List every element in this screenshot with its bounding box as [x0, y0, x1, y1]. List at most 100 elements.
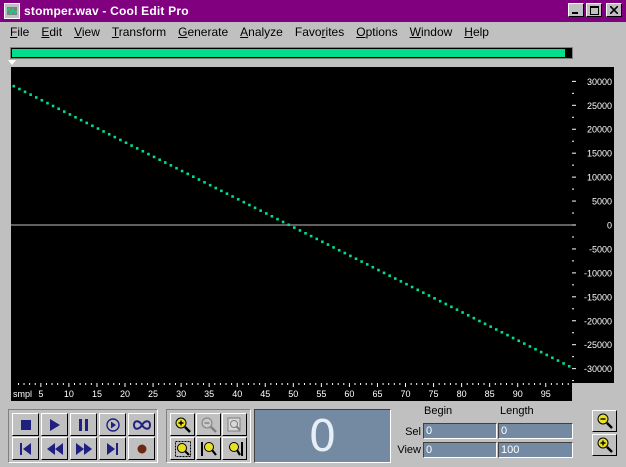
- menu-bar: File Edit View Transform Generate Analyze Favo…: [0, 22, 626, 41]
- sample-point: [304, 231, 307, 235]
- play-icon: [49, 418, 60, 431]
- zoom-left-button[interactable]: [196, 437, 221, 460]
- sample-point: [534, 347, 537, 351]
- vertical-zoom-in-button[interactable]: [592, 434, 617, 456]
- sample-point: [208, 183, 212, 187]
- play-to-end-button[interactable]: [99, 413, 126, 436]
- play-button[interactable]: [41, 413, 68, 436]
- menu-text: ptions: [365, 24, 398, 39]
- menu-item-file[interactable]: File: [4, 25, 35, 39]
- waveform-display[interactable]: [11, 67, 572, 383]
- sample-point: [545, 353, 549, 357]
- go-to-start-button[interactable]: [12, 437, 39, 460]
- stop-button[interactable]: [12, 413, 39, 436]
- zoom-selection-button[interactable]: [170, 437, 195, 460]
- zoom-right-button[interactable]: [222, 437, 247, 460]
- menu-text: ile: [17, 24, 30, 39]
- sample-point: [91, 124, 94, 128]
- menu-item-favorites[interactable]: Favorites: [289, 25, 350, 39]
- sample-point: [433, 297, 436, 300]
- menu-text: enerate: [187, 24, 229, 39]
- view-begin-field[interactable]: 0: [423, 442, 497, 458]
- sample-point: [169, 164, 173, 167]
- overview-range[interactable]: [12, 49, 566, 57]
- menu-item-help[interactable]: Help: [458, 25, 495, 39]
- sample-point: [236, 198, 240, 201]
- sample-point: [354, 257, 358, 261]
- minimize-icon[interactable]: [568, 3, 584, 17]
- sample-point: [214, 186, 218, 190]
- zoom-out-button[interactable]: [196, 413, 221, 436]
- view-length-field[interactable]: 100: [498, 442, 573, 458]
- sample-point: [163, 161, 167, 164]
- overview-bar[interactable]: [10, 47, 573, 59]
- menu-item-view[interactable]: View: [68, 25, 106, 39]
- loop-button[interactable]: [128, 413, 155, 436]
- pause-button[interactable]: [70, 413, 97, 436]
- y-tick-label: -30000: [584, 364, 612, 374]
- length-header: Length: [500, 405, 534, 417]
- sample-point: [192, 175, 195, 178]
- menu-text: elp: [472, 24, 489, 39]
- sample-point: [259, 209, 262, 212]
- sample-point: [96, 127, 100, 130]
- sample-point: [85, 121, 89, 125]
- x-tick-label: 10: [64, 389, 74, 399]
- zoom-out-icon: [201, 417, 217, 433]
- x-tick-label: 5: [38, 389, 43, 399]
- go-to-end-button[interactable]: [99, 437, 126, 460]
- menu-item-transform[interactable]: Transform: [106, 25, 172, 39]
- x-tick-label: 20: [120, 389, 130, 399]
- sample-point: [68, 113, 72, 116]
- sample-point: [46, 101, 49, 105]
- y-tick-label: -10000: [584, 268, 612, 278]
- cursor-marker-icon[interactable]: [8, 60, 16, 65]
- amplitude-ruler: 30000 25000 20000 15000 10000 5000 0 -5000 -1000…: [572, 67, 614, 383]
- menu-accelerator: A: [240, 24, 249, 39]
- menu-item-options[interactable]: Options: [350, 25, 403, 39]
- zoom-full-button[interactable]: [222, 413, 247, 436]
- sample-point: [393, 277, 397, 280]
- rewind-button[interactable]: [41, 437, 68, 460]
- sample-point: [567, 364, 571, 368]
- sample-point: [34, 96, 38, 99]
- menu-accelerator: T: [111, 24, 119, 39]
- fast-forward-button[interactable]: [70, 437, 97, 460]
- zoom-selection-icon: [174, 440, 191, 457]
- x-tick-label: 35: [204, 389, 214, 399]
- sample-point: [79, 118, 83, 122]
- x-tick-label: 75: [429, 389, 439, 399]
- maximize-icon[interactable]: [586, 3, 602, 17]
- sample-point: [141, 149, 145, 153]
- sample-point: [489, 325, 492, 328]
- menu-text: Favo: [294, 24, 322, 39]
- sample-point: [248, 203, 251, 207]
- x-tick-label: 25: [148, 389, 158, 399]
- menu-item-window[interactable]: Window: [404, 25, 459, 39]
- sample-point: [539, 350, 543, 354]
- zoom-full-icon: [227, 417, 241, 431]
- sample-point: [483, 322, 487, 326]
- sample-point: [293, 226, 296, 229]
- sample-point: [264, 212, 268, 215]
- vertical-zoom-out-button[interactable]: [592, 410, 617, 432]
- sample-point: [197, 178, 201, 181]
- menu-item-generate[interactable]: Generate: [172, 25, 234, 39]
- y-tick-label: 0: [607, 221, 612, 231]
- time-ruler[interactable]: smpl 5 10 15 20 25 30 35 40 45 50 55 60 65 70 75 80 85 90 9…: [11, 383, 572, 401]
- vertical-zoom-out-icon: [597, 413, 613, 429]
- title-bar: stomper.wav - Cool Edit Pro: [0, 0, 626, 22]
- rewind-icon: [46, 442, 63, 455]
- menu-item-edit[interactable]: Edit: [35, 25, 68, 39]
- sel-label: Sel: [405, 426, 421, 438]
- record-button[interactable]: [128, 437, 155, 460]
- zoom-left-icon: [200, 441, 217, 456]
- zoom-in-button[interactable]: [170, 413, 195, 436]
- menu-item-analyze[interactable]: Analyze: [234, 25, 289, 39]
- sel-length-field[interactable]: 0: [498, 423, 573, 439]
- app-icon[interactable]: [4, 3, 20, 19]
- record-icon: [137, 444, 146, 453]
- menu-accelerator: O: [356, 24, 366, 39]
- sel-begin-field[interactable]: 0: [423, 423, 497, 439]
- close-icon[interactable]: [606, 3, 622, 17]
